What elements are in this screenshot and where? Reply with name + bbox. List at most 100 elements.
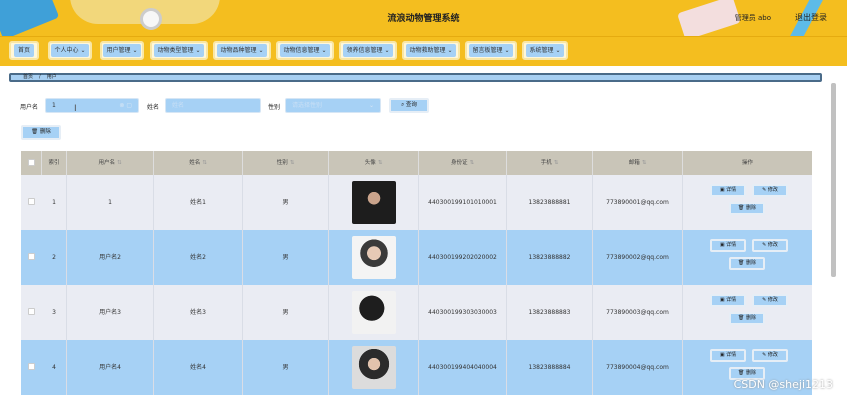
row-checkbox[interactable] — [28, 253, 35, 260]
nav-label: 领养信息管理 ⌄ — [342, 44, 394, 57]
col-label: 身份证 — [450, 160, 468, 166]
nav-animal-type[interactable]: 动物类型管理 ⌄ — [150, 41, 208, 60]
breadcrumb-current: 用户 — [46, 74, 57, 80]
cell-name: 姓名3 — [154, 285, 243, 340]
col-label: 头像 — [364, 160, 376, 166]
delete-button[interactable]: 🗑 删除 — [729, 257, 765, 270]
cell-gender: 男 — [243, 175, 329, 230]
cell-phone: 13823888882 — [507, 230, 593, 285]
cell-email: 773890003@qq.com — [593, 285, 683, 340]
cell-username: 用户名3 — [67, 285, 154, 340]
sort-icon: ⇅ — [553, 160, 559, 166]
nav-animal-info[interactable]: 动物信息管理 ⌄ — [276, 41, 334, 60]
name-placeholder: 姓名 — [172, 102, 185, 109]
detail-button[interactable]: ▣ 详情 — [710, 239, 746, 252]
cell-phone: 13823888884 — [507, 340, 593, 395]
table-row: 3 用户名3 姓名3 男 440300199303030003 13823888883 77… — [21, 285, 812, 340]
edit-button[interactable]: ✎ 修改 — [752, 184, 788, 197]
row-checkbox[interactable] — [28, 308, 35, 315]
row-checkbox[interactable] — [28, 198, 35, 205]
breadcrumb: 首页 / 用户 — [9, 73, 822, 82]
edit-button[interactable]: ✎ 修改 — [752, 349, 788, 362]
col-phone[interactable]: 手机 ⇅ — [507, 151, 593, 175]
nav-message-board[interactable]: 留言板管理 ⌄ — [465, 41, 517, 60]
cell-avatar — [329, 230, 419, 285]
nav-label: 动物品种管理 ⌄ — [216, 44, 268, 57]
col-label: 姓名 — [189, 160, 201, 166]
cell-name: 姓名4 — [154, 340, 243, 395]
nav-label: 用户管理 ⌄ — [102, 44, 142, 57]
cell-gender: 男 — [243, 230, 329, 285]
gender-select[interactable]: 请选择性别 ⌄ — [285, 98, 381, 113]
header: 流浪动物管理系统 管理员 abo 退出登录 — [0, 0, 847, 36]
cell-index: 3 — [42, 285, 67, 340]
delete-button[interactable]: 🗑 删除 — [729, 202, 765, 215]
cell-id-card: 440300199404040004 — [419, 340, 507, 395]
scrollbar[interactable] — [831, 83, 836, 277]
delete-button[interactable]: 🗑 删除 — [729, 312, 765, 325]
cell-email: 773890004@qq.com — [593, 340, 683, 395]
col-email[interactable]: 邮箱 ⇅ — [593, 151, 683, 175]
avatar-image — [352, 181, 396, 224]
query-button[interactable]: ⌕ 查询 — [389, 98, 429, 113]
cell-gender: 男 — [243, 285, 329, 340]
username-label: 用户名 — [20, 104, 39, 111]
logout-link[interactable]: 退出登录 — [795, 12, 827, 23]
nav-user-management[interactable]: 用户管理 ⌄ — [100, 41, 144, 60]
username-input[interactable]: 1 ⊗ ▢ — [45, 98, 139, 113]
nav-adoption-info[interactable]: 领养信息管理 ⌄ — [339, 41, 397, 60]
chevron-down-icon: ⌄ — [368, 102, 374, 109]
cell-actions: ▣ 详情 ✎ 修改 🗑 删除 — [683, 175, 812, 230]
nav-animal-rescue[interactable]: 动物救助管理 ⌄ — [402, 41, 460, 60]
detail-button[interactable]: ▣ 详情 — [710, 294, 746, 307]
cell-actions: ▣ 详情 ✎ 修改 🗑 删除 — [683, 230, 812, 285]
cell-avatar — [329, 340, 419, 395]
nav-label: 动物救助管理 ⌄ — [405, 44, 457, 57]
detail-button[interactable]: ▣ 详情 — [710, 349, 746, 362]
col-username[interactable]: 用户名 ⇅ — [67, 151, 154, 175]
avatar-image — [352, 236, 396, 279]
username-value: 1 — [52, 102, 56, 109]
nav-system[interactable]: 系统管理 ⌄ — [522, 41, 568, 60]
col-name[interactable]: 姓名 ⇅ — [154, 151, 243, 175]
avatar-image — [352, 291, 396, 334]
row-checkbox[interactable] — [28, 363, 35, 370]
clear-icon[interactable]: ⊗ ▢ — [119, 99, 132, 112]
edit-button[interactable]: ✎ 修改 — [752, 294, 788, 307]
name-input[interactable]: 姓名 — [165, 98, 261, 113]
app-title: 流浪动物管理系统 — [387, 14, 460, 24]
breadcrumb-home[interactable]: 首页 — [23, 74, 33, 80]
edit-button[interactable]: ✎ 修改 — [752, 239, 788, 252]
gender-label: 性别 — [268, 104, 281, 111]
col-label: 性别 — [276, 160, 288, 166]
table-header: 索引 用户名 ⇅ 姓名 ⇅ 性别 ⇅ 头像 ⇅ 身份证 ⇅ 手机 ⇅ 邮箱 ⇅ 操作 — [21, 151, 812, 175]
user-info: 管理员 abo — [734, 14, 771, 22]
cell-id-card: 440300199101010001 — [419, 175, 507, 230]
cell-name: 姓名1 — [154, 175, 243, 230]
col-avatar[interactable]: 头像 ⇅ — [329, 151, 419, 175]
select-all-checkbox[interactable] — [28, 159, 35, 166]
select-all-cell — [21, 151, 42, 175]
nav-home[interactable]: 首页 — [9, 41, 39, 60]
detail-button[interactable]: ▣ 详情 — [710, 184, 746, 197]
cell-actions: ▣ 详情 ✎ 修改 🗑 删除 — [683, 285, 812, 340]
cell-name: 姓名2 — [154, 230, 243, 285]
col-id-card[interactable]: 身份证 ⇅ — [419, 151, 507, 175]
cell-avatar — [329, 175, 419, 230]
col-gender[interactable]: 性别 ⇅ — [243, 151, 329, 175]
cell-email: 773890001@qq.com — [593, 175, 683, 230]
table-row: 1 1 姓名1 男 440300199101010001 13823888881 77389… — [21, 175, 812, 230]
breadcrumb-separator: / — [39, 74, 41, 80]
sort-icon: ⇅ — [469, 160, 475, 166]
cell-gender: 男 — [243, 340, 329, 395]
nav-personal-center[interactable]: 个人中心 ⌄ — [48, 41, 92, 60]
cell-index: 4 — [42, 340, 67, 395]
avatar-image — [352, 346, 396, 389]
nav-bar: 首页 个人中心 ⌄ 用户管理 ⌄ 动物类型管理 ⌄ 动物品种管理 ⌄ 动物信息管… — [0, 36, 847, 66]
nav-label: 动物信息管理 ⌄ — [279, 44, 331, 57]
nav-animal-breed[interactable]: 动物品种管理 ⌄ — [213, 41, 271, 60]
cell-index: 2 — [42, 230, 67, 285]
nav-label: 动物类型管理 ⌄ — [153, 44, 205, 57]
batch-delete-button[interactable]: 🗑 删除 — [21, 125, 61, 140]
sort-icon: ⇅ — [377, 160, 383, 166]
